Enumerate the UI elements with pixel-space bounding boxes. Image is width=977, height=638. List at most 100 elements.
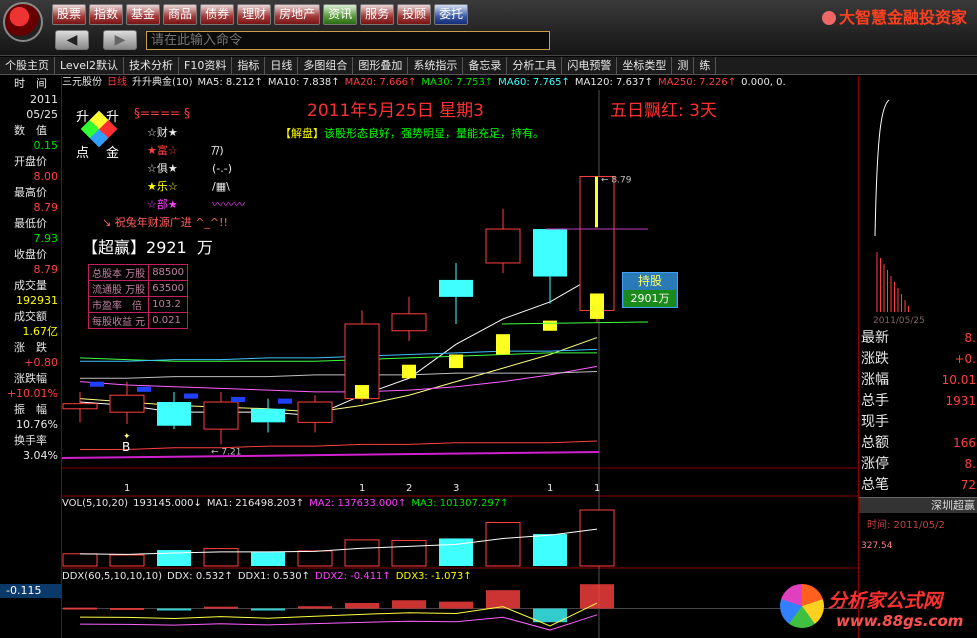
toolbar-button[interactable]: F10资料	[179, 57, 233, 75]
count-label: 2	[406, 483, 412, 494]
toolbar-button[interactable]: 技术分析	[124, 57, 180, 75]
quote-value: +10.01%	[6, 387, 58, 400]
quote-label: 开盘价	[14, 154, 47, 168]
toolbar-button[interactable]: 日线	[265, 57, 299, 75]
toolbar-button[interactable]: 备忘录	[463, 57, 508, 75]
indicator-value: 0.000, 0.	[741, 77, 786, 88]
market-tab[interactable]: 深圳超赢	[859, 497, 977, 513]
table-row: 总股本 万股 88500	[87, 264, 188, 281]
wish-list: ☆财★ ★富☆ ☆俱★ ★乐☆ ☆部★	[147, 124, 178, 214]
toolbar-button[interactable]: 分析工具	[507, 57, 563, 75]
blue-signal-marker	[278, 398, 292, 404]
toolbar-button[interactable]: 测	[672, 57, 695, 75]
quote-row-value: 10.01	[941, 373, 976, 387]
menu-item[interactable]: 房地产	[274, 4, 321, 25]
quote-value: 10.76%	[16, 418, 58, 431]
indicator-value: MA20: 7.666↑	[344, 77, 417, 88]
site-watermark: 分析家公式网 www.88gs.com	[780, 582, 975, 636]
table-row: 市盈率 倍 103.2	[87, 296, 188, 313]
flower-logo-icon	[780, 584, 824, 628]
quote-row: 最新 8.	[859, 328, 977, 349]
command-input[interactable]	[146, 31, 550, 50]
count-label: 1	[359, 483, 365, 494]
menu-item[interactable]: 债券	[200, 4, 235, 25]
menu-item[interactable]: 服务	[360, 4, 395, 25]
toolbar-button[interactable]: Level2默认	[55, 57, 125, 75]
holding-tag[interactable]: 持股 2901万	[622, 272, 678, 308]
volume-bar	[62, 553, 98, 567]
quote-row: 现手	[859, 412, 977, 433]
ma250-line	[80, 440, 598, 450]
toolbar-button[interactable]: 多图组合	[298, 57, 354, 75]
forward-button[interactable]: ▶	[103, 30, 137, 50]
quote-row-label: 最新	[861, 330, 889, 346]
menu-item[interactable]: 理财	[237, 4, 272, 25]
candle-body	[109, 394, 145, 413]
ddx-bar	[157, 608, 191, 611]
back-button[interactable]: ◀	[55, 30, 89, 50]
quote-row: 总额 166	[859, 433, 977, 454]
ma120-line	[80, 370, 598, 379]
wish-star: ★	[147, 144, 157, 157]
menu-item[interactable]: 资讯	[323, 4, 358, 25]
indicator-value: DDX(60,5,10,10,10)	[62, 571, 163, 582]
volume-bar	[109, 554, 145, 567]
toolbar-button[interactable]: 闪电预警	[562, 57, 618, 75]
ddx-value-readout: -0.115	[0, 584, 62, 598]
limit-up-highlight	[595, 176, 598, 228]
count-label: 1	[124, 483, 130, 494]
toolbar-button[interactable]: 练	[694, 57, 717, 75]
quote-label: 涨跌幅	[14, 371, 47, 385]
new-year-wish: ↘ 祝兔年财源广进 ^_^!!	[102, 216, 228, 229]
menu-item[interactable]: 投顾	[397, 4, 432, 25]
kline-chart-area[interactable]: ← 8.79← 7.21B✦1123114000020000X10 三元股份日线…	[62, 76, 858, 638]
table-row: 每股收益 元 0.021	[87, 312, 188, 329]
toolbar-button[interactable]: 系统指示	[408, 57, 464, 75]
quote-value: 192931	[16, 294, 58, 307]
indicator-value: 升升典金(10)	[132, 77, 193, 88]
quote-label: 成交额	[14, 309, 47, 323]
table-value-cell: 88500	[148, 264, 188, 281]
indicator-value: MA5: 8.212↑	[197, 77, 263, 88]
comment-tag: 【解盘】	[280, 127, 324, 140]
toolbar-button[interactable]: 图形叠加	[353, 57, 409, 75]
wish-word: 俱	[156, 162, 168, 175]
buy-signal-label: B	[122, 440, 130, 454]
toolbar-button[interactable]: 坐标类型	[617, 57, 673, 75]
table-label-cell: 总股本 万股	[87, 264, 150, 281]
yellow-signal-marker	[496, 334, 510, 355]
quote-row-label: 涨跌	[861, 351, 889, 367]
chart-date-title: 2011年5月25日 星期3	[307, 101, 484, 121]
quote-value: 2011	[30, 92, 58, 106]
candle-body	[62, 403, 98, 410]
menu-item[interactable]: 指数	[89, 4, 124, 25]
candle-body	[391, 313, 427, 332]
ddx-bar	[580, 584, 614, 609]
toolbar-button[interactable]: 个股主页	[0, 57, 55, 75]
decor-sign-row: §==== §	[134, 106, 191, 120]
yellow-signal-marker	[543, 320, 557, 331]
menu-item[interactable]: 商品	[163, 4, 198, 25]
wish-tail: ★	[167, 198, 178, 211]
menu-item[interactable]: 股票	[52, 4, 87, 25]
ddx-info-line: DDX(60,5,10,10,10) DDX: 0.532↑ DDX1: 0.530…	[62, 571, 477, 582]
kline-chart[interactable]: ← 8.79← 7.21B✦1123114000020000X10	[62, 76, 858, 638]
menu-item[interactable]: 基金	[126, 4, 161, 25]
candle-body	[439, 279, 473, 297]
quote-row-value: 8.	[964, 331, 976, 345]
volume-bar	[391, 539, 427, 567]
table-value-cell: 0.021	[148, 312, 188, 329]
indicator-value: MA250: 7.226↑	[658, 77, 737, 88]
wish-tail: ☆	[167, 144, 178, 157]
wish-item: ☆财★	[147, 124, 178, 142]
app-logo-icon[interactable]	[3, 2, 43, 42]
super-win-label: 【超赢】	[82, 238, 147, 257]
ddx-bar	[298, 606, 332, 609]
menu-item[interactable]: 委托	[434, 4, 469, 25]
toolbar-button[interactable]: 指标	[232, 57, 266, 75]
candle-body	[485, 228, 521, 264]
main-menu: 股票 指数 基金 商品 债券 理财 房地产 资讯 服务 投顾 委托	[52, 4, 469, 25]
logo-char: 点	[76, 146, 90, 161]
quote-label: 换手率	[14, 433, 47, 447]
high-price-label: ← 8.79	[601, 175, 632, 185]
